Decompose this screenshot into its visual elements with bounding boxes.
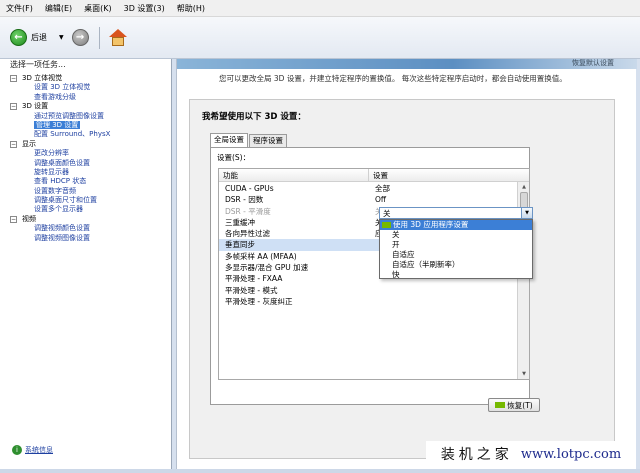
header-banner [177, 59, 637, 69]
tree-node-3d-settings[interactable]: −3D 设置 [8, 102, 110, 111]
tree-node-display[interactable]: − 显示 [8, 140, 110, 149]
content-area: 恢复默认设置 您可以更改全局 3D 设置，并建立特定程序的置换值。 每次这些特定… [176, 58, 637, 469]
table-row[interactable]: CUDA - GPUs 全部 [219, 183, 517, 194]
option-adaptive[interactable]: 自适应 [380, 250, 532, 260]
tree-item-surround-physx[interactable]: 配置 Surround、PhysX [8, 130, 110, 139]
tree-item-video-color[interactable]: 调整视频颜色设置 [8, 224, 110, 233]
settings-tabs: 全局设置 程序设置 [210, 133, 288, 148]
tree-item-manage-3d-settings[interactable]: 管理 3D 设置 [8, 120, 110, 130]
menu-file[interactable]: 文件(F) [6, 3, 33, 14]
table-row[interactable]: 平滑处理 - 模式 [219, 285, 517, 296]
forward-arrow-icon[interactable]: → [71, 29, 89, 46]
settings-label: 设置(S)： [217, 153, 251, 162]
back-arrow-icon[interactable]: ← [10, 29, 27, 46]
tree-item-digital-audio[interactable]: 设置数字音频 [8, 187, 110, 196]
tab-program-settings[interactable]: 程序设置 [249, 134, 287, 147]
tab-global-settings[interactable]: 全局设置 [210, 133, 248, 147]
tree-item-setup-stereo[interactable]: 设置 3D 立体视觉 [8, 83, 110, 92]
tree-item-hdcp-status[interactable]: 查看 HDCP 状态 [8, 177, 110, 186]
menu-desktop[interactable]: 桌面(K) [84, 3, 112, 14]
menu-3d-settings[interactable]: 3D 设置(3) [124, 3, 165, 14]
task-tree: −3D 立体视觉 设置 3D 立体视觉 查看游戏分级 −3D 设置 通过预览调整… [8, 74, 110, 243]
nvidia-logo-icon [495, 402, 506, 408]
tree-item-rotate-display[interactable]: 旋转显示器 [8, 168, 110, 177]
option-off[interactable]: 关 [380, 230, 532, 240]
restore-button[interactable]: 恢复(T) [488, 398, 540, 412]
watermark: 装机之家 www.lotpc.com [426, 441, 636, 467]
task-panel-title: 选择一项任务... [10, 60, 66, 69]
vsync-select-value: 关 [383, 208, 391, 218]
table-row[interactable]: DSR - 因数 Off [219, 194, 517, 205]
tree-item-desktop-color[interactable]: 调整桌面颜色设置 [8, 159, 110, 168]
toolbar: ← 后退 ▼ → [0, 17, 640, 59]
collapse-icon[interactable]: − [10, 75, 17, 82]
chevron-down-icon[interactable]: ▼ [521, 208, 532, 218]
watermark-url: www.lotpc.com [520, 446, 622, 462]
option-fast[interactable]: 快 [380, 270, 532, 280]
tree-item-change-resolution[interactable]: 更改分辨率 [8, 149, 110, 158]
tree-item-multi-display[interactable]: 设置多个显示器 [8, 205, 110, 214]
settings-group: 我希望使用以下 3D 设置： 全局设置 程序设置 设置(S)： 功能 设置 CU… [189, 99, 615, 459]
task-panel: 选择一项任务... −3D 立体视觉 设置 3D 立体视觉 查看游戏分级 −3D… [0, 59, 172, 469]
scroll-down-icon[interactable]: ▼ [520, 370, 528, 378]
column-header-setting[interactable]: 设置 [369, 169, 388, 181]
tree-item-adjust-image-preview[interactable]: 通过预览调整图像设置 [8, 112, 110, 121]
restore-defaults-link[interactable]: 恢复默认设置 [572, 58, 614, 68]
info-icon: i [12, 445, 22, 455]
grid-header: 功能 设置 [219, 169, 529, 182]
toolbar-separator [98, 26, 100, 49]
tree-item-game-ratings[interactable]: 查看游戏分级 [8, 93, 110, 102]
column-header-feature[interactable]: 功能 [219, 169, 369, 181]
collapse-icon[interactable]: − [10, 103, 17, 111]
restore-button-label: 恢复(T) [507, 400, 533, 410]
menu-help[interactable]: 帮助(H) [177, 3, 205, 14]
collapse-icon[interactable]: − [10, 215, 17, 223]
option-use-app-setting[interactable]: 使用 3D 应用程序设置 [380, 220, 532, 230]
scroll-up-icon[interactable]: ▲ [520, 183, 528, 191]
tree-item-video-image[interactable]: 调整视频图像设置 [8, 234, 110, 243]
table-row[interactable]: 平滑处理 - 灰度纠正 [219, 296, 517, 307]
option-on[interactable]: 开 [380, 240, 532, 250]
menu-edit[interactable]: 编辑(E) [45, 3, 72, 14]
home-icon[interactable] [108, 28, 128, 48]
nvidia-logo-icon [382, 222, 391, 228]
back-button-label[interactable]: 后退 [31, 32, 47, 43]
page-description: 您可以更改全局 3D 设置，并建立特定程序的置换值。 每次这些特定程序启动时，都… [219, 74, 567, 83]
tree-node-video[interactable]: − 视频 [8, 215, 110, 224]
back-history-dropdown-icon[interactable]: ▼ [59, 34, 64, 41]
vsync-select[interactable]: 关 ▼ [379, 207, 533, 219]
collapse-icon[interactable]: − [10, 140, 17, 148]
tree-node-3d-stereo[interactable]: −3D 立体视觉 [8, 74, 110, 83]
option-adaptive-half[interactable]: 自适应（半刷新率） [380, 260, 532, 270]
watermark-text: 装机之家 [440, 447, 513, 463]
menu-bar: 文件(F) 编辑(E) 桌面(K) 3D 设置(3) 帮助(H) [0, 0, 640, 17]
status-bar [0, 469, 640, 473]
system-info-link[interactable]: i 系统信息 [12, 445, 53, 455]
section-heading: 我希望使用以下 3D 设置： [202, 112, 306, 122]
vsync-options-list: 使用 3D 应用程序设置 关 开 自适应 自适应（半刷新率） 快 [379, 219, 533, 279]
